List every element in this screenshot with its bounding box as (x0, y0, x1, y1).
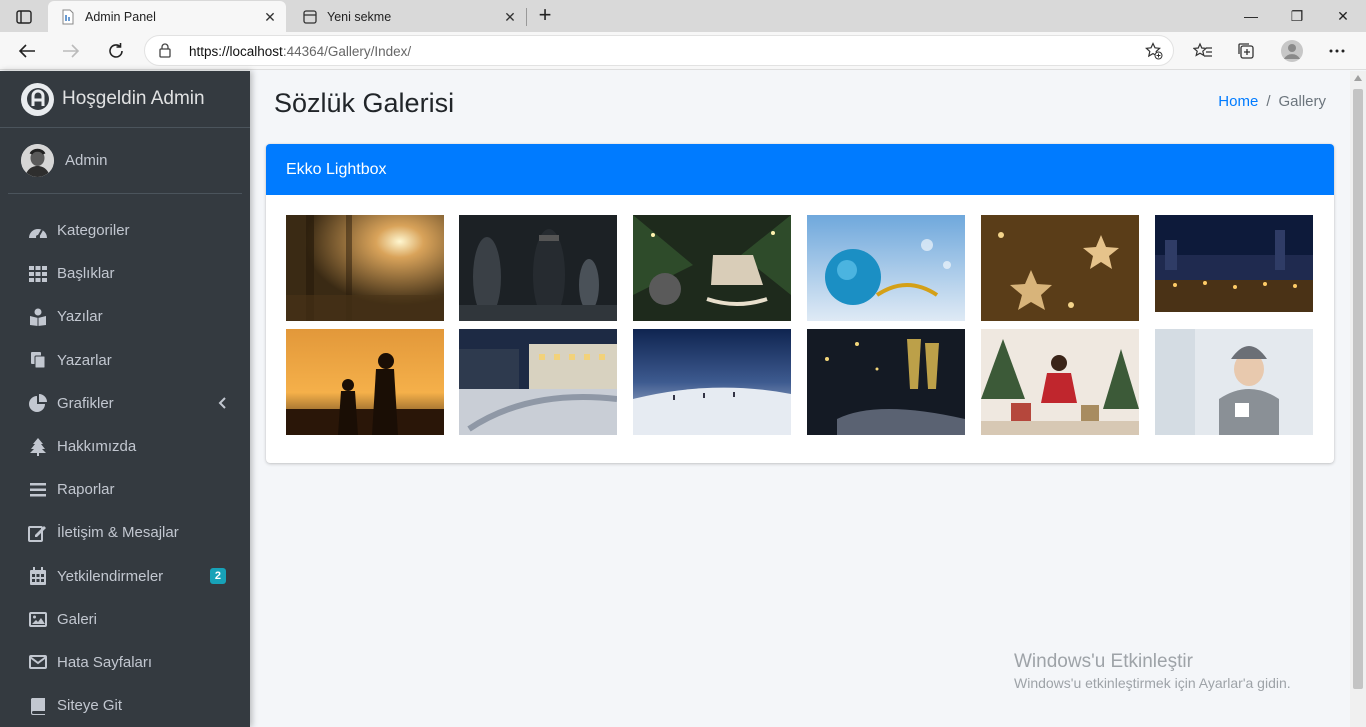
tab-title: Yeni sekme (327, 10, 392, 24)
gallery-image-sunset-silhouette[interactable] (286, 329, 444, 435)
sidebar-item-label: Yetkilendirmeler (57, 567, 164, 585)
profile-icon[interactable] (1277, 36, 1307, 66)
card-title: Ekko Lightbox (266, 144, 1334, 195)
tab-new-tab[interactable]: Yeni sekme ✕ (290, 1, 526, 33)
gallery-image-christmas-girl[interactable] (981, 329, 1139, 435)
sidebar-item-raporlar[interactable]: Raporlar (0, 468, 250, 511)
sidebar-item-siteye-git[interactable]: Siteye Git (0, 684, 250, 727)
gallery-image-forest-sunlight[interactable] (286, 215, 444, 321)
close-tab-icon[interactable]: ✕ (498, 9, 522, 26)
scroll-up-icon[interactable] (1354, 75, 1362, 81)
forward-icon[interactable] (56, 36, 86, 66)
notification-badge: 2 (209, 567, 226, 584)
avatar (21, 144, 54, 177)
sidebar-item-label: Siteye Git (57, 697, 123, 715)
book-reader-icon (28, 307, 48, 327)
page-scrollbar[interactable] (1350, 71, 1366, 727)
sidebar-item-label: İletişim & Mesajlar (57, 524, 179, 542)
minimize-icon[interactable]: — (1228, 4, 1274, 28)
close-icon[interactable]: ✕ (1320, 4, 1366, 28)
calendar-icon (28, 566, 48, 586)
sidebar-item-yazilar[interactable]: Yazılar (0, 295, 250, 338)
close-tab-icon[interactable]: ✕ (258, 9, 282, 26)
gallery-image-snowy-landscape[interactable] (633, 329, 791, 435)
breadcrumb-home-link[interactable]: Home (1218, 93, 1258, 110)
gallery-image-christmas-ornament-horse[interactable] (633, 215, 791, 321)
brand-link[interactable]: Hoşgeldin Admin (0, 71, 250, 128)
sidebar-item-basliklar[interactable]: Başlıklar (0, 252, 250, 295)
browser-toolbar: https://localhost:44364/Gallery/Index/ (0, 32, 1366, 70)
new-tab-page-icon (302, 9, 318, 25)
gallery-image-blue-bauble[interactable] (807, 215, 965, 321)
pie-chart-icon (28, 393, 48, 413)
chevron-left-icon[interactable] (218, 396, 226, 413)
sidebar-item-label: Grafikler (57, 394, 114, 412)
breadcrumb-separator: / (1266, 93, 1271, 110)
sidebar-item-yazarlar[interactable]: Yazarlar (0, 339, 250, 382)
sidebar-item-kategoriler[interactable]: Kategoriler (0, 209, 250, 252)
gallery-image-gold-stars[interactable] (981, 215, 1139, 321)
back-icon[interactable] (12, 36, 42, 66)
breadcrumb: Home / Gallery (1218, 93, 1326, 110)
watermark-title: Windows'u Etkinleştir (1014, 651, 1193, 672)
sidebar-item-label: Hakkımızda (57, 438, 137, 456)
browser-tab-bar: Admin Panel ✕ Yeni sekme ✕ + — ❐ ✕ (0, 0, 1366, 33)
favorites-icon[interactable] (1188, 36, 1218, 66)
gallery-image-night-city-market[interactable] (1155, 215, 1313, 312)
envelope-icon (28, 652, 48, 672)
sidebar-item-iletisim[interactable]: İletişim & Mesajlar (0, 511, 250, 554)
sidebar-item-grafikler[interactable]: Grafikler (0, 382, 250, 425)
sidebar-item-label: Yazılar (57, 308, 103, 326)
sidebar-item-label: Yazarlar (57, 351, 112, 369)
tab-divider (526, 8, 527, 26)
scrollbar-thumb[interactable] (1353, 89, 1363, 689)
more-options-icon[interactable] (1322, 36, 1352, 66)
tree-icon (28, 437, 48, 457)
user-panel[interactable]: Admin (8, 128, 242, 194)
windows-activation-watermark: Windows'u Etkinleştir Windows'u etkinleş… (1014, 651, 1291, 691)
sidebar-item-hata-sayfalari[interactable]: Hata Sayfaları (0, 641, 250, 684)
tab-actions-icon[interactable] (10, 6, 38, 28)
lock-icon[interactable] (159, 43, 171, 63)
bars-icon (28, 480, 48, 500)
sidebar-item-label: Başlıklar (57, 265, 115, 283)
brand-logo-icon (21, 82, 54, 116)
sidebar: Hoşgeldin Admin Admin Kategoriler Başlık… (0, 71, 250, 727)
gallery-image-winter-woman[interactable] (1155, 329, 1313, 435)
collections-icon[interactable] (1231, 36, 1261, 66)
page-title: Sözlük Galerisi (274, 88, 455, 118)
sidebar-item-hakkimizda[interactable]: Hakkımızda (0, 425, 250, 468)
sidebar-menu: Kategoriler Başlıklar Yazılar Yazarlar G… (0, 194, 250, 727)
image-icon (28, 609, 48, 629)
new-tab-button[interactable]: + (534, 4, 556, 27)
sidebar-item-label: Hata Sayfaları (57, 653, 153, 671)
gallery-image-champagne-glasses[interactable] (807, 329, 965, 435)
sidebar-item-galeri[interactable]: Galeri (0, 598, 250, 641)
user-name: Admin (65, 152, 108, 169)
address-bar[interactable]: https://localhost:44364/Gallery/Index/ (144, 35, 1174, 66)
breadcrumb-current: Gallery (1278, 93, 1326, 110)
sidebar-item-yetkilendirmeler[interactable]: Yetkilendirmeler 2 (0, 555, 250, 598)
sidebar-item-label: Kategoriler (57, 222, 130, 240)
grid-icon (28, 264, 48, 284)
tachometer-icon (28, 221, 48, 241)
refresh-icon[interactable] (101, 36, 131, 66)
gallery-image-chess-pieces[interactable] (459, 215, 617, 321)
brand-text: Hoşgeldin Admin (62, 88, 205, 109)
gallery-image-snowy-hotel-night[interactable] (459, 329, 617, 435)
tab-title: Admin Panel (85, 10, 156, 24)
gallery-card: Ekko Lightbox (266, 144, 1334, 463)
sidebar-item-label: Raporlar (57, 481, 115, 499)
add-favorite-icon[interactable] (1145, 42, 1163, 65)
watermark-subtitle: Windows'u etkinleştirmek için Ayarlar'a … (1014, 675, 1291, 691)
url-text[interactable]: https://localhost:44364/Gallery/Index/ (189, 44, 411, 59)
sidebar-item-label: Galeri (57, 610, 98, 628)
copy-icon (28, 350, 48, 370)
restore-icon[interactable]: ❐ (1274, 4, 1320, 28)
edit-icon (28, 523, 48, 543)
book-icon (28, 696, 48, 716)
tab-admin-panel[interactable]: Admin Panel ✕ (48, 1, 286, 33)
page-icon (60, 9, 76, 25)
main-content: Sözlük Galerisi Home / Gallery Ekko Lightb… (250, 71, 1350, 727)
